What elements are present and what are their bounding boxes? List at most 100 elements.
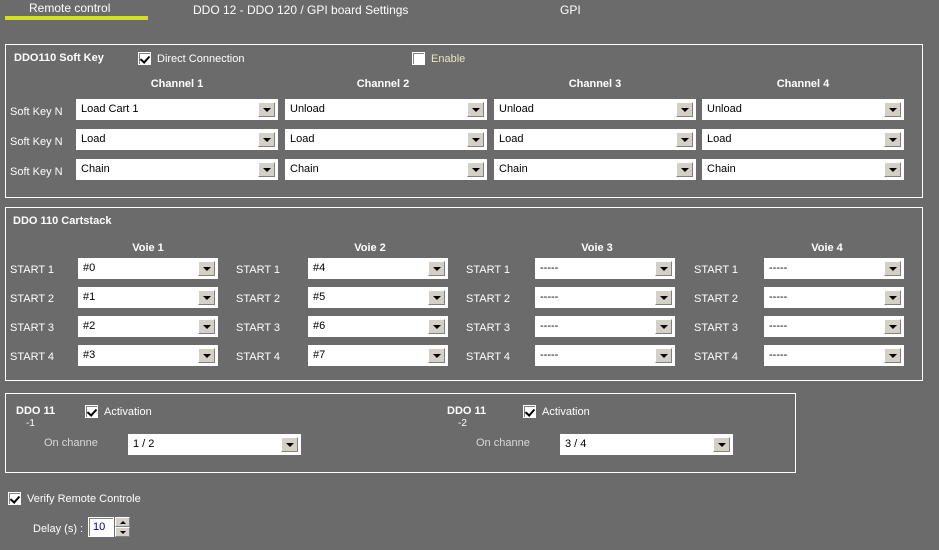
- column-header-channel-3: Channel 3: [568, 78, 622, 90]
- cartstack-combo-v1-s4[interactable]: #3: [78, 345, 218, 366]
- chevron-down-icon[interactable]: [884, 319, 901, 334]
- cartstack-combo-v1-s1[interactable]: #0: [78, 258, 218, 279]
- ddo11-panel-2-activation-label: Activation: [542, 405, 590, 418]
- chevron-down-icon[interactable]: [655, 348, 672, 363]
- ddo11-panel-1-activation-checkbox[interactable]: Activation: [85, 405, 152, 418]
- chevron-down-icon[interactable]: [884, 290, 901, 305]
- cartstack-combo-v2-s1[interactable]: #4: [308, 258, 448, 279]
- softkey-combo-r2c1-value: Load: [81, 134, 106, 145]
- delay-stepper[interactable]: 10: [88, 517, 130, 537]
- cartstack-combo-v2-s4[interactable]: #7: [308, 345, 448, 366]
- delay-value: 10: [93, 521, 106, 533]
- ddo11-panel-1-title: DDO 11: [16, 405, 56, 417]
- chevron-down-icon[interactable]: [198, 348, 215, 363]
- ddo11-panel-2-channel-label: On channe: [476, 437, 530, 449]
- chevron-down-icon[interactable]: [655, 319, 672, 334]
- tab-remote-control[interactable]: Remote control: [5, 0, 116, 17]
- ddo11-panel-2-activation-box[interactable]: [523, 405, 536, 418]
- ddo11-panel-2-activation-checkbox[interactable]: Activation: [523, 405, 590, 418]
- chevron-down-icon[interactable]: [655, 261, 672, 276]
- chevron-down-icon[interactable]: [258, 132, 275, 147]
- cartstack-combo-v2-s3[interactable]: #6: [308, 316, 448, 337]
- softkey-combo-r1c3-value: Unload: [499, 104, 534, 115]
- softkey-combo-r3c4[interactable]: Chain: [702, 159, 904, 180]
- cartstack-combo-v1-s3[interactable]: #2: [78, 316, 218, 337]
- chevron-down-icon[interactable]: [198, 319, 215, 334]
- delay-input[interactable]: 10: [88, 517, 114, 537]
- softkey-combo-r1c2[interactable]: Unload: [285, 99, 487, 120]
- chevron-down-icon[interactable]: [884, 132, 901, 147]
- cartstack-combo-v2-s4-value: #7: [313, 350, 326, 361]
- chevron-down-icon[interactable]: [198, 261, 215, 276]
- softkey-combo-r1c1[interactable]: Load Cart 1: [76, 99, 278, 120]
- cartstack-combo-v4-s1[interactable]: -----: [764, 258, 904, 279]
- chevron-down-icon[interactable]: [884, 348, 901, 363]
- chevron-down-icon[interactable]: [428, 290, 445, 305]
- softkey-combo-r1c3[interactable]: Unload: [494, 99, 696, 120]
- chevron-down-icon[interactable]: [258, 162, 275, 177]
- enable-checkbox-box[interactable]: [412, 52, 425, 65]
- cartstack-combo-v3-s4[interactable]: -----: [535, 345, 675, 366]
- softkey-combo-r2c4[interactable]: Load: [702, 129, 904, 150]
- cartstack-combo-v2-s1-value: #4: [313, 263, 326, 274]
- chevron-down-icon[interactable]: [655, 290, 672, 305]
- softkey-row-label-2: Soft Key N: [10, 136, 63, 148]
- softkey-combo-r2c1[interactable]: Load: [76, 129, 278, 150]
- chevron-down-icon[interactable]: [884, 261, 901, 276]
- cartstack-combo-v4-s3-value: -----: [769, 321, 788, 332]
- cartstack-combo-v4-s4[interactable]: -----: [764, 345, 904, 366]
- page-title: DDO 12 - DDO 120 / GPI board Settings: [193, 3, 409, 17]
- ddo11-panel-1-channel-combo[interactable]: 1 / 2: [128, 434, 301, 455]
- ddo11-panel-2-channel-value: 3 / 4: [565, 439, 587, 450]
- chevron-down-icon[interactable]: [884, 102, 901, 117]
- softkey-row-label-1: Soft Key N: [10, 106, 63, 118]
- spin-up-icon[interactable]: [115, 517, 130, 527]
- enable-checkbox[interactable]: Enable: [412, 52, 465, 65]
- cartstack-combo-v4-s2[interactable]: -----: [764, 287, 904, 308]
- ddo11-panel-1-subtitle: -1: [26, 418, 35, 429]
- chevron-down-icon[interactable]: [676, 132, 693, 147]
- chevron-down-icon[interactable]: [281, 437, 298, 452]
- chevron-down-icon[interactable]: [713, 437, 730, 452]
- cartstack-combo-v1-s3-value: #2: [83, 321, 96, 332]
- chevron-down-icon[interactable]: [676, 162, 693, 177]
- softkey-combo-r2c2-value: Load: [290, 134, 315, 145]
- cartstack-combo-v2-s2[interactable]: #5: [308, 287, 448, 308]
- softkey-combo-r3c1[interactable]: Chain: [76, 159, 278, 180]
- chevron-down-icon[interactable]: [467, 102, 484, 117]
- direct-connection-checkbox[interactable]: Direct Connection: [138, 52, 244, 65]
- direct-connection-checkbox-box[interactable]: [138, 52, 151, 65]
- delay-spin-buttons[interactable]: [115, 517, 130, 537]
- column-header-channel-1: Channel 1: [150, 78, 204, 90]
- cartstack-combo-v3-s3-value: -----: [540, 321, 559, 332]
- chevron-down-icon[interactable]: [428, 319, 445, 334]
- ddo11-panel-1-activation-box[interactable]: [85, 405, 98, 418]
- chevron-down-icon[interactable]: [258, 102, 275, 117]
- cartstack-combo-v1-s2-value: #1: [83, 292, 96, 303]
- ddo11-panel-2-channel-combo[interactable]: 3 / 4: [560, 434, 733, 455]
- softkey-combo-r3c3[interactable]: Chain: [494, 159, 696, 180]
- cartstack-combo-v3-s3[interactable]: -----: [535, 316, 675, 337]
- softkey-combo-r2c2[interactable]: Load: [285, 129, 487, 150]
- enable-label: Enable: [431, 52, 466, 65]
- chevron-down-icon[interactable]: [884, 162, 901, 177]
- cartstack-combo-v4-s3[interactable]: -----: [764, 316, 904, 337]
- column-header-channel-2: Channel 2: [356, 78, 410, 90]
- cartstack-combo-v3-s1[interactable]: -----: [535, 258, 675, 279]
- cartstack-combo-v2-s3-value: #6: [313, 321, 326, 332]
- spin-down-icon[interactable]: [115, 527, 130, 537]
- chevron-down-icon[interactable]: [467, 162, 484, 177]
- cartstack-combo-v1-s2[interactable]: #1: [78, 287, 218, 308]
- softkey-combo-r3c2[interactable]: Chain: [285, 159, 487, 180]
- chevron-down-icon[interactable]: [198, 290, 215, 305]
- column-header-voie-4: Voie 4: [811, 242, 843, 254]
- cartstack-combo-v3-s2[interactable]: -----: [535, 287, 675, 308]
- chevron-down-icon[interactable]: [428, 261, 445, 276]
- verify-remote-controle-box[interactable]: [8, 492, 21, 505]
- chevron-down-icon[interactable]: [676, 102, 693, 117]
- softkey-combo-r1c4[interactable]: Unload: [702, 99, 904, 120]
- chevron-down-icon[interactable]: [467, 132, 484, 147]
- verify-remote-controle-checkbox[interactable]: Verify Remote Controle: [8, 492, 141, 505]
- chevron-down-icon[interactable]: [428, 348, 445, 363]
- softkey-combo-r2c3[interactable]: Load: [494, 129, 696, 150]
